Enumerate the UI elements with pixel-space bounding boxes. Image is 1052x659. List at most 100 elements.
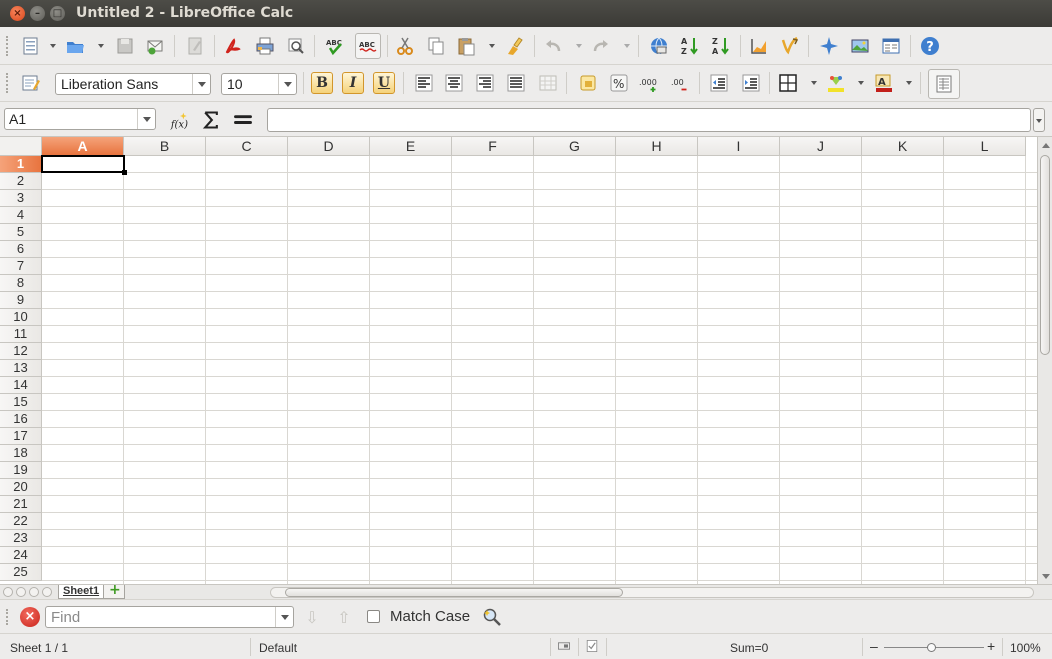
horizontal-scrollbar[interactable] [270, 587, 1034, 598]
spellcheck-icon[interactable]: ABC [324, 35, 346, 57]
new-dropdown-icon[interactable] [50, 44, 56, 48]
chevron-down-icon[interactable] [275, 607, 293, 627]
background-color-dropdown-icon[interactable] [858, 81, 864, 85]
sum-icon[interactable] [199, 108, 223, 132]
last-sheet-icon[interactable] [42, 587, 52, 597]
borders-icon[interactable] [777, 72, 799, 94]
add-sheet-icon[interactable] [103, 582, 125, 599]
undo-icon[interactable] [542, 35, 564, 57]
first-sheet-icon[interactable] [3, 587, 13, 597]
borders-dropdown-icon[interactable] [811, 81, 817, 85]
column-header-a[interactable]: A [42, 137, 124, 156]
vertical-scrollbar[interactable] [1037, 137, 1052, 585]
function-wizard-icon[interactable]: f(x) [167, 108, 193, 134]
find-next-icon[interactable]: ⇩ [302, 608, 322, 627]
sort-ascending-icon[interactable]: AZ [679, 35, 701, 57]
sheet-tab-sheet1[interactable]: Sheet1 [58, 585, 105, 599]
row-header-4[interactable]: 4 [0, 207, 42, 224]
font-size-box[interactable]: 10 [221, 73, 297, 95]
zoom-slider-knob[interactable] [927, 643, 936, 652]
open-dropdown-icon[interactable] [98, 44, 104, 48]
row-header-8[interactable]: 8 [0, 275, 42, 292]
vertical-scrollbar-thumb[interactable] [1040, 155, 1050, 355]
row-header-18[interactable]: 18 [0, 445, 42, 462]
row-header-11[interactable]: 11 [0, 326, 42, 343]
selection-mode-icon[interactable] [556, 637, 572, 655]
zoom-out-button[interactable]: – [870, 638, 878, 654]
percent-format-icon[interactable]: % [608, 72, 630, 94]
font-color-icon[interactable]: A [873, 72, 895, 94]
column-header-e[interactable]: E [370, 137, 452, 156]
next-sheet-icon[interactable] [29, 587, 39, 597]
data-sources-icon[interactable] [880, 35, 902, 57]
chevron-down-icon[interactable] [278, 74, 296, 94]
print-preview-icon[interactable] [285, 35, 307, 57]
font-color-dropdown-icon[interactable] [906, 81, 912, 85]
gallery-icon[interactable] [849, 35, 871, 57]
row-header-1[interactable]: 1 [0, 156, 42, 173]
row-header-22[interactable]: 22 [0, 513, 42, 530]
previous-sheet-icon[interactable] [16, 587, 26, 597]
merge-cells-icon[interactable] [537, 72, 559, 94]
delete-decimal-icon[interactable]: .00 [669, 72, 691, 94]
currency-format-icon[interactable] [577, 72, 599, 94]
row-header-7[interactable]: 7 [0, 258, 42, 275]
autospellcheck-icon[interactable]: ABC [355, 33, 381, 59]
toolbar-grip[interactable] [6, 609, 9, 625]
sum-display[interactable]: Sum=0 [730, 641, 768, 655]
row-header-17[interactable]: 17 [0, 428, 42, 445]
edit-file-icon[interactable] [184, 35, 206, 57]
export-pdf-icon[interactable] [222, 35, 244, 57]
draw-functions-icon[interactable] [779, 35, 801, 57]
row-header-15[interactable]: 15 [0, 394, 42, 411]
paste-dropdown-icon[interactable] [489, 44, 495, 48]
redo-dropdown-icon[interactable] [624, 44, 630, 48]
page-style[interactable]: Default [259, 641, 297, 655]
sort-descending-icon[interactable]: ZA [710, 35, 732, 57]
column-header-l[interactable]: L [944, 137, 1026, 156]
column-header-k[interactable]: K [862, 137, 944, 156]
email-icon[interactable] [144, 35, 166, 57]
cut-icon[interactable] [394, 35, 416, 57]
find-input[interactable] [51, 608, 271, 626]
decrease-indent-icon[interactable] [708, 72, 730, 94]
row-header-14[interactable]: 14 [0, 377, 42, 394]
open-icon[interactable] [64, 35, 86, 57]
sidebar-toggle-icon[interactable] [928, 69, 960, 99]
align-right-icon[interactable] [474, 72, 496, 94]
scroll-down-arrow-icon[interactable] [1042, 574, 1050, 579]
find-previous-icon[interactable]: ⇧ [334, 608, 354, 627]
copy-icon[interactable] [425, 35, 447, 57]
new-document-icon[interactable] [20, 35, 42, 57]
column-header-c[interactable]: C [206, 137, 288, 156]
column-header-d[interactable]: D [288, 137, 370, 156]
select-all-corner[interactable] [0, 137, 42, 156]
cell-area[interactable] [42, 156, 1037, 585]
row-header-3[interactable]: 3 [0, 190, 42, 207]
row-header-24[interactable]: 24 [0, 547, 42, 564]
formula-input[interactable] [267, 108, 1031, 132]
chevron-down-icon[interactable] [192, 74, 210, 94]
background-color-icon[interactable] [825, 72, 847, 94]
scroll-up-arrow-icon[interactable] [1042, 143, 1050, 148]
justify-icon[interactable] [505, 72, 527, 94]
horizontal-scrollbar-thumb[interactable] [285, 588, 623, 597]
italic-button[interactable]: I [342, 72, 364, 94]
redo-icon[interactable] [590, 35, 612, 57]
paste-icon[interactable] [455, 35, 477, 57]
match-case-checkbox[interactable] [367, 610, 380, 623]
add-decimal-icon[interactable]: .000 [638, 72, 660, 94]
row-header-25[interactable]: 25 [0, 564, 42, 581]
zoom-level[interactable]: 100% [1010, 641, 1041, 655]
zoom-in-button[interactable]: + [987, 638, 995, 654]
toolbar-grip[interactable] [6, 36, 9, 56]
row-header-9[interactable]: 9 [0, 292, 42, 309]
row-header-13[interactable]: 13 [0, 360, 42, 377]
expand-formula-bar-button[interactable] [1033, 108, 1045, 132]
column-header-g[interactable]: G [534, 137, 616, 156]
row-header-10[interactable]: 10 [0, 309, 42, 326]
column-header-h[interactable]: H [616, 137, 698, 156]
row-header-21[interactable]: 21 [0, 496, 42, 513]
name-box[interactable]: A1 [4, 108, 156, 130]
clone-formatting-icon[interactable] [504, 35, 526, 57]
